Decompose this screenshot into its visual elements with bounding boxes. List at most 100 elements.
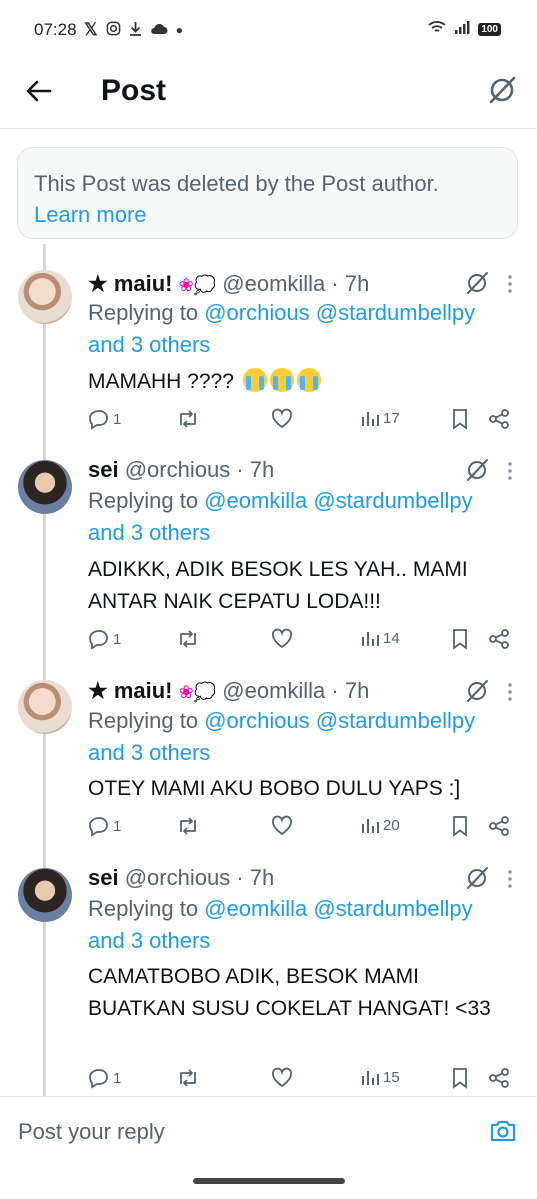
avatar[interactable] [18, 680, 72, 734]
others-link[interactable]: and 3 others [88, 329, 518, 361]
view-count: 20 [383, 816, 400, 834]
more-options-button[interactable] [505, 681, 515, 703]
grok-icon [467, 867, 488, 889]
reply-button[interactable]: 1 [88, 1067, 121, 1089]
repost-button[interactable] [176, 408, 200, 430]
grok-button[interactable] [465, 679, 489, 703]
replying-to: Replying to @eomkilla @stardumbellpy and… [88, 893, 518, 957]
replying-to: Replying to @orchious @stardumbellpy and… [88, 705, 518, 769]
more-options-button[interactable] [505, 868, 515, 890]
post-time: · 7h [236, 457, 275, 482]
display-name[interactable]: sei [88, 865, 119, 890]
like-button[interactable] [271, 628, 293, 650]
views-icon [362, 632, 379, 646]
user-handle[interactable]: @eomkilla [222, 678, 325, 703]
repost-button[interactable] [176, 815, 200, 837]
replying-to-label: Replying to [88, 300, 205, 325]
share-icon [489, 816, 509, 836]
share-button[interactable] [488, 408, 510, 430]
reply-button[interactable]: 1 [88, 815, 121, 837]
grok-button[interactable] [465, 458, 489, 482]
reply-button[interactable]: 1 [88, 628, 121, 650]
bookmark-button[interactable] [450, 628, 470, 650]
bookmark-button[interactable] [450, 815, 470, 837]
views-button[interactable]: 15 [360, 1067, 400, 1087]
post-text-content: MAMAHH ???? [88, 370, 240, 393]
status-bar: 07:28 𝕏 ● 100 [0, 0, 537, 60]
display-name[interactable]: sei [88, 457, 119, 482]
gesture-home-bar[interactable] [193, 1178, 345, 1184]
others-link[interactable]: and 3 others [88, 517, 518, 549]
views-button[interactable]: 20 [360, 815, 400, 835]
more-vertical-icon [508, 275, 512, 293]
like-button[interactable] [271, 815, 293, 837]
arrow-left-icon [26, 80, 52, 102]
reply-input[interactable]: Post your reply [18, 1119, 165, 1145]
mention-links[interactable]: @orchious @stardumbellpy [204, 708, 475, 733]
share-button[interactable] [488, 628, 510, 650]
like-button[interactable] [271, 408, 293, 430]
display-name[interactable]: ★ maiu! [88, 271, 179, 296]
reply-button[interactable]: 1 [88, 408, 121, 430]
camera-button[interactable] [489, 1117, 517, 1145]
replying-to-label: Replying to [88, 896, 205, 921]
learn-more-link[interactable]: Learn more [34, 199, 501, 230]
post-text: OTEY MAMI AKU BOBO DULU YAPS :] [88, 777, 461, 800]
heart-icon [271, 1067, 293, 1088]
mention-links[interactable]: @eomkilla @stardumbellpy [204, 488, 472, 513]
others-link[interactable]: and 3 others [88, 737, 518, 769]
bookmark-button[interactable] [450, 408, 470, 430]
user-handle[interactable]: @eomkilla [222, 271, 325, 296]
display-name[interactable]: ★ maiu! [88, 678, 179, 703]
user-handle[interactable]: @orchious [125, 865, 231, 890]
post-time: · 7h [236, 865, 275, 890]
post-header: sei @orchious · 7h [88, 864, 274, 892]
reply-count: 1 [113, 817, 122, 835]
share-button[interactable] [488, 815, 510, 837]
mention-links[interactable]: @orchious @stardumbellpy [204, 300, 475, 325]
thread-connector [43, 244, 46, 1096]
like-button[interactable] [271, 1067, 293, 1089]
post-text: CAMATBOBO ADIK, BESOK MAMI BUATKAN SUSU … [88, 965, 491, 1020]
repost-button[interactable] [176, 628, 200, 650]
download-icon [129, 21, 142, 40]
more-options-button[interactable] [505, 460, 515, 482]
more-vertical-icon [508, 870, 512, 888]
avatar[interactable] [18, 460, 72, 514]
action-bar: 1 17 [88, 408, 518, 436]
views-button[interactable]: 17 [360, 408, 400, 428]
mention-links[interactable]: @eomkilla @stardumbellpy [204, 896, 472, 921]
share-button[interactable] [488, 1067, 510, 1089]
more-options-button[interactable] [505, 273, 515, 295]
views-button[interactable]: 14 [360, 628, 400, 648]
reply-icon [89, 817, 108, 837]
avatar[interactable] [18, 868, 72, 922]
reply-icon [89, 630, 108, 650]
view-count: 14 [383, 629, 400, 647]
grok-button[interactable] [465, 866, 489, 890]
status-system-icons: 100 [428, 20, 501, 39]
bookmark-button[interactable] [450, 1067, 470, 1089]
reply-composer: Post your reply [0, 1096, 537, 1172]
avatar[interactable] [18, 270, 72, 324]
post-header: sei @orchious · 7h [88, 456, 274, 484]
lotus-emoji-icon: ❀ [178, 275, 194, 295]
grok-button[interactable] [487, 75, 517, 105]
bookmark-icon [453, 1068, 467, 1089]
repost-button[interactable] [176, 1067, 200, 1089]
bookmark-icon [453, 409, 467, 430]
post-time: · 7h [331, 678, 370, 703]
back-button[interactable] [24, 76, 54, 106]
post-time: · 7h [331, 271, 370, 296]
share-icon [489, 409, 509, 429]
thought-bubble-emoji-icon: 💭 [193, 275, 217, 295]
dot-icon: ● [175, 23, 183, 37]
grok-button[interactable] [465, 271, 489, 295]
reply-count: 1 [113, 1069, 122, 1087]
user-handle[interactable]: @orchious [125, 457, 231, 482]
action-bar: 1 14 [88, 628, 518, 656]
repost-icon [180, 817, 196, 835]
signal-icon [454, 20, 470, 39]
lotus-emoji-icon: ❀ [178, 682, 194, 702]
others-link[interactable]: and 3 others [88, 925, 518, 957]
